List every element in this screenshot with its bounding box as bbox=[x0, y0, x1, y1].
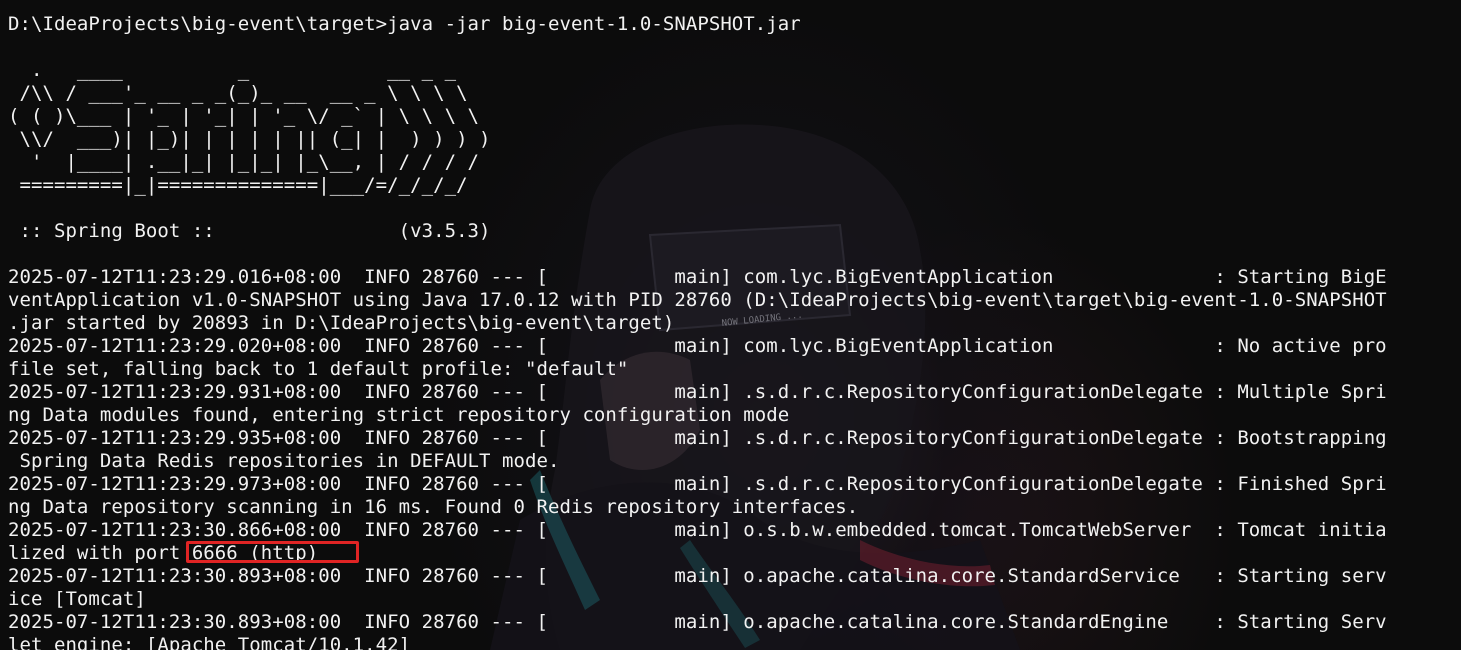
log-line: 2025-07-12T11:23:29.973+08:00 INFO 28760… bbox=[8, 473, 1387, 495]
log-line: let engine: [Apache Tomcat/10.1.42] bbox=[8, 634, 411, 650]
log-line: 2025-07-12T11:23:30.893+08:00 INFO 28760… bbox=[8, 611, 1387, 633]
spring-banner-line: ' |____| .__|_| |_|_| |_\__, | / / / / bbox=[8, 151, 480, 173]
log-line: ng Data repository scanning in 16 ms. Fo… bbox=[8, 496, 859, 518]
spring-banner-line: =========|_|==============|___/=/_/_/_/ bbox=[8, 174, 468, 196]
log-line: .jar started by 20893 in D:\IdeaProjects… bbox=[8, 312, 675, 334]
spring-banner-line: \\/ ___)| |_)| | | | | || (_| | ) ) ) ) bbox=[8, 128, 491, 150]
spring-boot-version-line: :: Spring Boot :: (v3.5.3) bbox=[8, 220, 491, 242]
log-line: 2025-07-12T11:23:30.866+08:00 INFO 28760… bbox=[8, 519, 1387, 541]
log-line: Spring Data Redis repositories in DEFAUL… bbox=[8, 450, 560, 472]
log-line: 2025-07-12T11:23:29.016+08:00 INFO 28760… bbox=[8, 266, 1387, 288]
terminal-output[interactable]: D:\IdeaProjects\big-event\target>java -j… bbox=[0, 13, 1461, 650]
log-line: ventApplication v1.0-SNAPSHOT using Java… bbox=[8, 289, 1387, 311]
spring-banner-line: . ____ _ __ _ _ bbox=[8, 59, 457, 81]
terminal-window[interactable]: NOW LOADING ... D:\IdeaProjects\big-even… bbox=[0, 0, 1461, 650]
log-line: 2025-07-12T11:23:29.931+08:00 INFO 28760… bbox=[8, 381, 1387, 403]
log-line: 2025-07-12T11:23:29.935+08:00 INFO 28760… bbox=[8, 427, 1387, 449]
log-line: 2025-07-12T11:23:30.893+08:00 INFO 28760… bbox=[8, 565, 1387, 587]
log-line: ng Data modules found, entering strict r… bbox=[8, 404, 790, 426]
spring-banner-line: ( ( )\___ | '_ | '_| | '_ \/ _` | \ \ \ … bbox=[8, 105, 480, 127]
log-line: file set, falling back to 1 default prof… bbox=[8, 358, 629, 380]
log-line: ice [Tomcat] bbox=[8, 588, 146, 610]
log-line: 2025-07-12T11:23:29.020+08:00 INFO 28760… bbox=[8, 335, 1387, 357]
log-line-tomcat-port: lized with port 6666 (http) bbox=[8, 542, 319, 564]
spring-banner-line: /\\ / ___'_ __ _ _(_)_ __ __ _ \ \ \ \ bbox=[8, 82, 468, 104]
terminal-line-command: D:\IdeaProjects\big-event\target>java -j… bbox=[8, 13, 801, 35]
